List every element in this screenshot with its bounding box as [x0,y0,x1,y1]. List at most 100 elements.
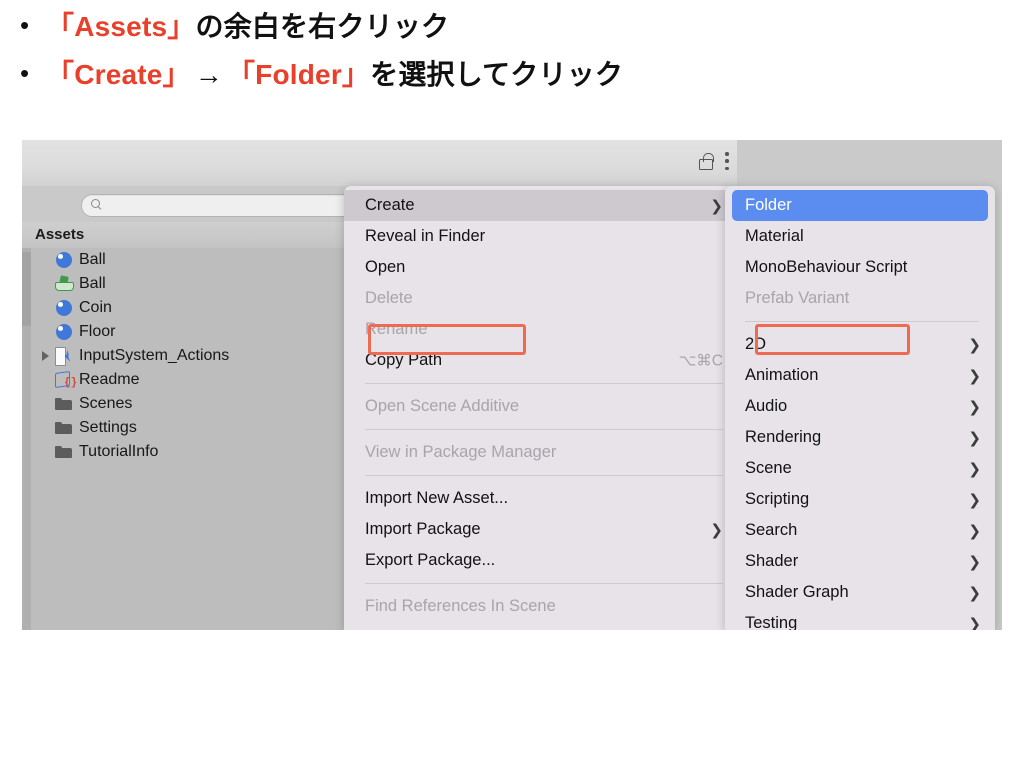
context-menu-item-label: Export Package... [365,551,496,569]
tree-row-label: Floor [79,323,116,340]
tree-row-label: InputSystem_Actions [79,347,230,364]
folder-icon [53,395,75,414]
submenu-item-label: Scripting [745,490,810,508]
tree-row-label: Coin [79,299,112,316]
context-menu-item-reveal-in-finder[interactable]: Reveal in Finder [344,221,737,252]
input-actions-icon [53,346,75,366]
context-menu-item-export-package[interactable]: Export Package... [344,545,737,576]
chevron-right-icon: ❯ [968,584,981,602]
chevron-right-icon: ❯ [710,521,723,539]
submenu-item-label: Search [745,521,798,539]
submenu-item-label: Rendering [745,428,822,446]
bullet-2-highlight-b: 「Folder」 [226,58,371,90]
kebab-dot [725,152,729,156]
chevron-right-icon: ❯ [968,460,981,478]
context-menu-item-label: View in Package Manager [365,443,557,461]
submenu-item-monobehaviour-script[interactable]: MonoBehaviour Script [725,252,995,283]
context-menu-item-open-scene-additive: Open Scene Additive [344,391,737,422]
expander-triangle-icon[interactable] [37,351,53,361]
search-handle [97,206,101,210]
keyboard-shortcut: ⌥⌘C [678,352,723,369]
chevron-right-icon: ❯ [968,553,981,571]
chevron-right-icon: ❯ [968,336,981,354]
context-menu-item-label: Delete [365,289,413,307]
submenu-item-label: Shader [745,552,799,570]
context-menu-item-label: Reveal in Finder [365,227,486,245]
context-menu-item-view-in-package-manager: View in Package Manager [344,437,737,468]
context-menu-item-import-new-asset[interactable]: Import New Asset... [344,483,737,514]
bullet-1-highlight: 「Assets」 [46,11,196,42]
context-menu-item-import-package[interactable]: Import Package ❯ [344,514,737,545]
toolbar-icon-group [698,152,729,170]
submenu-item-scene[interactable]: Scene ❯ [725,453,995,484]
submenu-item-folder[interactable]: Folder [732,190,988,221]
submenu-item-animation[interactable]: Animation ❯ [725,360,995,391]
folder-icon [53,419,75,438]
context-menu-item-label: Open Scene Additive [365,397,520,415]
submenu-item-search[interactable]: Search ❯ [725,515,995,546]
bullet-1-rest: の余白を右クリック [195,11,450,42]
submenu-item-rendering[interactable]: Rendering ❯ [725,422,995,453]
context-menu-item-label: Open [365,258,406,276]
kebab-dot [725,159,729,163]
context-menu-item-label: Find References In Scene [365,597,556,615]
submenu-item-label: Folder [745,196,792,214]
prefab-icon [53,251,75,270]
submenu-item-shader-graph[interactable]: Shader Graph ❯ [725,577,995,608]
lock-body [699,158,713,170]
tree-row-label: TutorialInfo [79,443,159,460]
chevron-right-icon: ❯ [968,615,981,631]
bullet-marker: • [20,57,30,88]
chevron-right-icon: ❯ [968,522,981,540]
menu-divider [365,583,723,584]
context-menu-item-open[interactable]: Open [344,252,737,283]
bullet-text-2: 「Create」 → 「Folder」を選択してクリック [46,56,623,94]
project-window-toolbar [22,140,737,187]
menu-divider [365,429,723,430]
create-submenu: Folder Material MonoBehaviour Script Pre… [725,186,995,630]
menu-divider [365,475,723,476]
context-menu-item-label: Create [365,196,415,214]
prefab-icon [53,299,75,318]
submenu-item-material[interactable]: Material [725,221,995,252]
bullet-item-2: • 「Create」 → 「Folder」を選択してクリック [20,56,1000,94]
kebab-dot [725,166,729,170]
prefab-icon [53,323,75,342]
submenu-item-label: Audio [745,397,788,415]
bullet-item-1: • 「Assets」の余白を右クリック [20,8,1000,46]
submenu-item-label: Material [745,227,804,245]
chevron-right-icon: ❯ [968,367,981,385]
bullet-text-1: 「Assets」の余白を右クリック [46,8,449,46]
asset-context-menu: Create ❯ Reveal in Finder Open Delete Re… [344,186,737,630]
context-menu-item-label: Import New Asset... [365,489,509,507]
submenu-item-scripting[interactable]: Scripting ❯ [725,484,995,515]
kebab-menu-icon[interactable] [725,152,729,170]
bullet-2-rest: を選択してクリック [370,58,624,90]
submenu-item-audio[interactable]: Audio ❯ [725,391,995,422]
submenu-item-label: Prefab Variant [745,289,850,307]
context-menu-item-label: Import Package [365,520,481,538]
search-icon [91,199,102,210]
folder-icon [53,443,75,462]
assets-header-label: Assets [35,226,85,243]
submenu-item-label: Animation [745,366,819,384]
annotation-highlight-create [368,324,526,355]
submenu-item-label: Testing [745,614,798,630]
chevron-right-icon: ❯ [710,197,723,215]
physic-material-icon [53,274,75,294]
annotation-highlight-folder [755,324,910,355]
tree-row-label: Ball [79,275,106,292]
submenu-item-testing[interactable]: Testing ❯ [725,608,995,630]
submenu-item-label: Scene [745,459,792,477]
context-menu-item-create[interactable]: Create ❯ [344,190,737,221]
bullet-2-highlight-a: 「Create」 [46,58,191,90]
script-asset-icon: {} [53,370,77,390]
submenu-item-label: MonoBehaviour Script [745,258,908,276]
lock-open-icon[interactable] [698,152,714,170]
instruction-bullet-list: • 「Assets」の余白を右クリック • 「Create」 → 「Folder」を… [20,8,1000,104]
bullet-marker: • [20,10,30,40]
submenu-item-shader[interactable]: Shader ❯ [725,546,995,577]
submenu-divider [745,321,979,322]
menu-divider [365,383,723,384]
bullet-2-arrow: → [194,58,223,90]
